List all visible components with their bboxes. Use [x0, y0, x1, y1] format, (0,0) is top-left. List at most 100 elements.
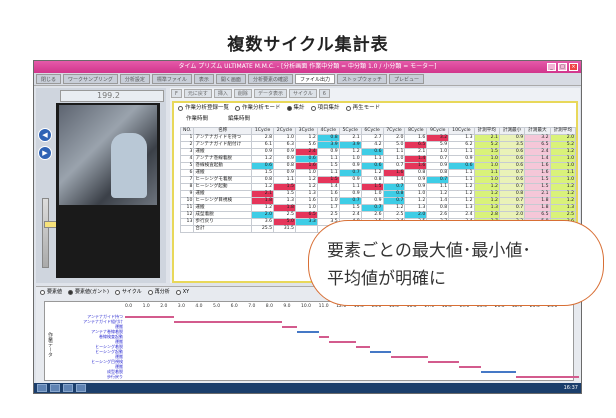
radio-dot-icon[interactable]: [68, 289, 74, 295]
table-cell: 1.0: [360, 190, 384, 198]
radio-dot-icon[interactable]: [345, 106, 351, 111]
radio-dot-icon[interactable]: [286, 106, 292, 111]
column-header[interactable]: 1Cycle: [251, 127, 275, 135]
prev-icon[interactable]: ◀: [38, 128, 52, 142]
table-row[interactable]: 4 アンテナ巻線着脱 1.2 0.9 0.6 1.1 1.0 1.1 1.0 1.4 0.7 0.9 1…: [179, 155, 577, 163]
table-cell: 0.9: [273, 169, 296, 177]
column-header[interactable]: 計測最大: [524, 127, 551, 135]
column-header[interactable]: 名称: [193, 127, 253, 135]
table-toolbar-button[interactable]: 挿入: [213, 89, 232, 98]
column-header[interactable]: 計測平均: [549, 127, 577, 135]
table-row[interactable]: 1 アンテナガイドを持つ 2.8 1.0 1.2 0.8 2.1 2.7 2.0 1.6 3.2 1.…: [179, 134, 577, 142]
maximize-icon[interactable]: □: [558, 63, 567, 71]
table-row[interactable]: 6 運搬 1.5 0.9 1.0 1.1 0.7 1.2 1.6 0.8 0.8 1.1 1.1 0.7 1…: [179, 169, 577, 177]
toolbar-button[interactable]: ストップウォッチ: [336, 74, 387, 84]
gantt-tab[interactable]: 要素値(ガント): [68, 287, 109, 297]
column-header[interactable]: 5Cycle: [338, 127, 362, 135]
start-icon[interactable]: [37, 384, 47, 392]
table-row[interactable]: 12 成型着脱 2.0 2.5 6.5 2.5 2.4 2.6 2.5 2.0 2.6 2.4 2.8 2…: [179, 211, 577, 219]
table-toolbar-button[interactable]: 6: [318, 89, 330, 98]
toolbar-button[interactable]: プレビュー: [388, 74, 424, 84]
toolbar-button[interactable]: 表示: [193, 74, 214, 84]
column-header[interactable]: 6Cycle: [360, 127, 384, 135]
table-row[interactable]: 5 巻線検査起動 0.6 0.8 1.6 1.5 0.9 0.6 0.7 1.6 0.9 0.6 1.0…: [179, 162, 577, 170]
column-header[interactable]: 8Cycle: [404, 127, 428, 135]
table-cell: 3.2: [426, 134, 450, 142]
view-radio[interactable]: 集計: [286, 103, 305, 114]
view-radio[interactable]: 再生モード: [345, 103, 380, 114]
gantt-tab[interactable]: サイクル: [114, 287, 142, 297]
column-header[interactable]: 計測最小: [498, 127, 526, 135]
toolbar-button[interactable]: 分析設定: [119, 74, 150, 84]
toolbar-button[interactable]: 標準ファイル: [151, 74, 192, 84]
table-cell: 3.2: [524, 134, 551, 142]
table-cell: 0.7: [498, 197, 526, 205]
radio-dot-icon[interactable]: [175, 289, 181, 295]
column-header[interactable]: 計測平均: [473, 127, 500, 135]
gantt-tab[interactable]: 要素値: [40, 287, 62, 297]
column-header[interactable]: 7Cycle: [382, 127, 406, 135]
table-row[interactable]: 8 ヒーシング起動 1.2 1.5 1.2 1.4 1.1 1.5 0.7 0.9 1.1 1.2 1.…: [179, 183, 577, 191]
table-cell: 0.7: [338, 169, 362, 177]
table-cell: 2.0: [251, 211, 275, 219]
toolbar-button[interactable]: 分析要素の確認: [247, 74, 293, 84]
table-row[interactable]: 10 ヒーシング目視検 1.8 1.3 1.6 1.0 0.7 0.9 0.7 1.2 1.4 1.2…: [179, 197, 577, 205]
gantt-item-label: 歩行戻り: [107, 374, 123, 379]
table-row[interactable]: 3 運搬 0.9 0.9 2.4 0.9 1.2 0.6 1.1 2.1 1.0 1.1 1.5 0.6 2…: [179, 148, 577, 156]
speed-slider[interactable]: [42, 198, 57, 268]
table-cell: 合計: [193, 225, 253, 233]
time-mode-option[interactable]: 編集時間: [228, 114, 250, 124]
taskbar-app-icon[interactable]: [50, 384, 60, 392]
toolbar-button[interactable]: ワークサンプリング: [63, 74, 118, 84]
table-row[interactable]: 11 運搬 1.2 1.8 1.0 1.7 1.5 0.7 1.2 1.3 0.8 1.3 1.3 0.7…: [179, 204, 577, 212]
column-header[interactable]: 4Cycle: [316, 127, 340, 135]
table-cell: 0.8: [426, 204, 450, 212]
view-radio[interactable]: 作業分析登録一覧: [178, 103, 229, 114]
gantt-bar: [174, 320, 282, 323]
taskbar-app-icon[interactable]: [63, 384, 73, 392]
column-header[interactable]: 10Cycle: [448, 127, 475, 135]
table-toolbar-button[interactable]: サイクル: [288, 89, 317, 98]
time-mode-option[interactable]: 作業時間: [186, 114, 208, 124]
radio-dot-icon[interactable]: [178, 106, 183, 111]
radio-dot-icon[interactable]: [114, 289, 120, 295]
table-row[interactable]: 2 アンテナガイド組付け 6.1 6.3 5.6 3.9 3.9 4.2 5.0 6.5 5.9 6.…: [179, 141, 577, 149]
table-cell: 11: [179, 204, 195, 212]
table-cell: 2.1: [251, 190, 275, 198]
radio-dot-icon[interactable]: [235, 106, 241, 111]
radio-dot-icon[interactable]: [310, 106, 316, 111]
table-toolbar-button[interactable]: F: [171, 89, 182, 98]
table-toolbar-button[interactable]: データ表示: [253, 89, 287, 98]
gantt-tab[interactable]: 再分析: [147, 287, 170, 297]
table-row[interactable]: 7 ヒーシングモ着脱 0.8 1.1 1.2 1.5 0.9 0.8 1.4 0.9 0.7 1.1 1…: [179, 176, 577, 184]
table-toolbar: F 元に戻す 挿入 削除 データ表示 サイクル 6: [170, 88, 580, 99]
video-panel: 199.2 ◀ ▶: [36, 88, 166, 283]
view-radio[interactable]: 項目集計: [310, 103, 340, 114]
column-header[interactable]: 9Cycle: [426, 127, 450, 135]
column-header[interactable]: NO.: [179, 127, 195, 135]
play-icon[interactable]: ▶: [38, 146, 52, 160]
table-cell: 2.6: [426, 211, 450, 219]
table-cell: 3: [179, 148, 195, 156]
gantt-tab[interactable]: XY: [175, 287, 189, 297]
view-radio[interactable]: 作業分析モード: [235, 103, 281, 114]
table-cell: 1.2: [404, 197, 428, 205]
toolbar-button[interactable]: 閉じる: [36, 74, 62, 84]
column-header[interactable]: 3Cycle: [294, 127, 318, 135]
table-toolbar-button[interactable]: 元に戻す: [183, 89, 212, 98]
toolbar-button[interactable]: ファイル出力: [294, 74, 335, 84]
close-icon[interactable]: ×: [569, 63, 578, 71]
view-radio-label: 作業分析登録一覧: [185, 105, 230, 111]
table-cell: 1.2: [448, 183, 475, 191]
minimize-icon[interactable]: _: [547, 63, 556, 71]
toolbar-button[interactable]: 開く画面: [215, 74, 246, 84]
table-cell: 1.3: [404, 204, 428, 212]
radio-dot-icon[interactable]: [40, 289, 45, 295]
gantt-bar: [125, 315, 175, 318]
taskbar-app-icon[interactable]: [76, 384, 86, 392]
table-cell: 6: [179, 169, 195, 177]
table-toolbar-button[interactable]: 削除: [233, 89, 252, 98]
table-row[interactable]: 9 運搬 2.1 1.5 1.3 1.6 0.9 1.0 0.8 1.0 1.2 1.2 1.2 0.8 2…: [179, 190, 577, 198]
column-header[interactable]: 2Cycle: [273, 127, 296, 135]
radio-dot-icon[interactable]: [147, 289, 153, 295]
